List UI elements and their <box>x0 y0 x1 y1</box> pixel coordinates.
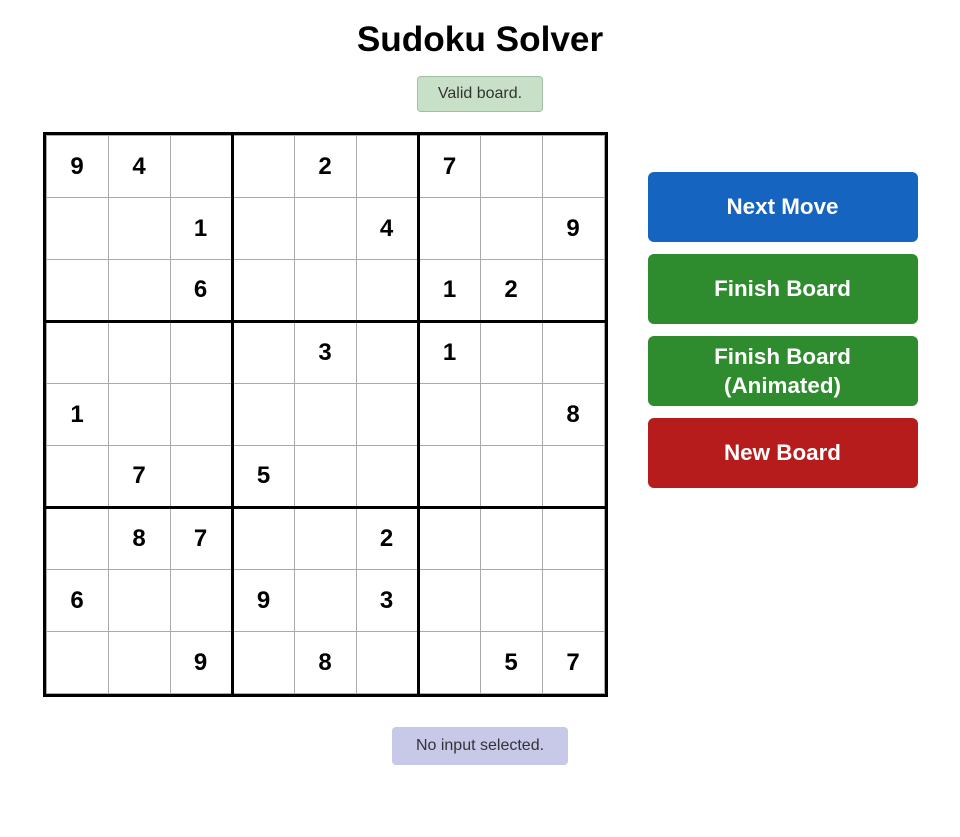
grid-cell[interactable] <box>480 198 542 260</box>
grid-cell[interactable] <box>232 260 294 322</box>
grid-cell[interactable] <box>46 260 108 322</box>
grid-cell[interactable] <box>542 136 604 198</box>
new-board-button[interactable]: New Board <box>648 418 918 488</box>
grid-cell[interactable] <box>418 198 480 260</box>
grid-cell[interactable]: 8 <box>294 632 356 694</box>
grid-cell[interactable] <box>46 508 108 570</box>
bottom-status: No input selected. <box>392 727 568 765</box>
grid-cell[interactable]: 4 <box>356 198 418 260</box>
grid-cell[interactable]: 2 <box>480 260 542 322</box>
grid-cell[interactable]: 1 <box>418 322 480 384</box>
grid-cell[interactable] <box>232 384 294 446</box>
grid-cell[interactable] <box>108 322 170 384</box>
grid-cell[interactable]: 6 <box>46 570 108 632</box>
grid-cell[interactable] <box>480 446 542 508</box>
grid-cell[interactable] <box>232 136 294 198</box>
grid-cell[interactable]: 1 <box>46 384 108 446</box>
grid-cell[interactable] <box>46 446 108 508</box>
grid-cell[interactable] <box>542 508 604 570</box>
main-area: 94271496123118758726939857 Next Move Fin… <box>43 132 918 697</box>
grid-cell[interactable] <box>480 384 542 446</box>
grid-cell[interactable] <box>108 384 170 446</box>
grid-cell[interactable]: 3 <box>294 322 356 384</box>
grid-cell[interactable] <box>542 570 604 632</box>
grid-cell[interactable] <box>46 198 108 260</box>
finish-board-animated-button[interactable]: Finish Board (Animated) <box>648 336 918 406</box>
grid-cell[interactable]: 6 <box>170 260 232 322</box>
grid-cell[interactable] <box>170 322 232 384</box>
finish-board-button[interactable]: Finish Board <box>648 254 918 324</box>
grid-cell[interactable]: 3 <box>356 570 418 632</box>
grid-cell[interactable] <box>418 508 480 570</box>
page-title: Sudoku Solver <box>357 20 603 60</box>
grid-cell[interactable] <box>232 198 294 260</box>
grid-cell[interactable]: 1 <box>418 260 480 322</box>
grid-cell[interactable]: 8 <box>542 384 604 446</box>
grid-cell[interactable] <box>480 508 542 570</box>
grid-cell[interactable]: 7 <box>170 508 232 570</box>
grid-cell[interactable] <box>356 384 418 446</box>
grid-cell[interactable] <box>232 322 294 384</box>
grid-cell[interactable] <box>542 260 604 322</box>
grid-cell[interactable] <box>542 446 604 508</box>
grid-cell[interactable] <box>232 632 294 694</box>
sudoku-grid: 94271496123118758726939857 <box>43 132 608 697</box>
grid-cell[interactable]: 2 <box>294 136 356 198</box>
grid-cell[interactable] <box>480 570 542 632</box>
grid-cell[interactable]: 7 <box>542 632 604 694</box>
grid-cell[interactable]: 5 <box>232 446 294 508</box>
grid-cell[interactable] <box>356 446 418 508</box>
grid-cell[interactable] <box>108 570 170 632</box>
grid-cell[interactable] <box>356 260 418 322</box>
grid-cell[interactable] <box>356 322 418 384</box>
grid-cell[interactable] <box>418 384 480 446</box>
grid-cell[interactable]: 9 <box>542 198 604 260</box>
grid-cell[interactable] <box>356 632 418 694</box>
grid-cell[interactable] <box>542 322 604 384</box>
grid-cell[interactable]: 9 <box>232 570 294 632</box>
grid-cell[interactable] <box>418 632 480 694</box>
grid-cell[interactable]: 9 <box>46 136 108 198</box>
grid-cell[interactable] <box>294 198 356 260</box>
grid-cell[interactable] <box>418 570 480 632</box>
grid-cell[interactable]: 9 <box>170 632 232 694</box>
grid-cell[interactable] <box>108 632 170 694</box>
grid-cell[interactable] <box>356 136 418 198</box>
grid-cell[interactable] <box>480 136 542 198</box>
grid-cell[interactable] <box>46 322 108 384</box>
grid-cell[interactable]: 8 <box>108 508 170 570</box>
next-move-button[interactable]: Next Move <box>648 172 918 242</box>
grid-cell[interactable]: 2 <box>356 508 418 570</box>
grid-cell[interactable]: 5 <box>480 632 542 694</box>
grid-cell[interactable]: 4 <box>108 136 170 198</box>
grid-cell[interactable] <box>294 508 356 570</box>
grid-cell[interactable] <box>170 136 232 198</box>
grid-cell[interactable] <box>294 260 356 322</box>
grid-cell[interactable]: 7 <box>108 446 170 508</box>
grid-cell[interactable] <box>232 508 294 570</box>
grid-cell[interactable]: 1 <box>170 198 232 260</box>
grid-cell[interactable] <box>294 570 356 632</box>
grid-cell[interactable] <box>294 446 356 508</box>
status-badge: Valid board. <box>417 76 543 112</box>
grid-cell[interactable] <box>46 632 108 694</box>
grid-cell[interactable] <box>170 384 232 446</box>
buttons-area: Next Move Finish Board Finish Board (Ani… <box>648 172 918 488</box>
grid-cell[interactable]: 7 <box>418 136 480 198</box>
grid-cell[interactable] <box>108 260 170 322</box>
grid-cell[interactable] <box>418 446 480 508</box>
grid-cell[interactable] <box>108 198 170 260</box>
grid-cell[interactable] <box>170 446 232 508</box>
grid-cell[interactable] <box>294 384 356 446</box>
grid-cell[interactable] <box>170 570 232 632</box>
grid-cell[interactable] <box>480 322 542 384</box>
